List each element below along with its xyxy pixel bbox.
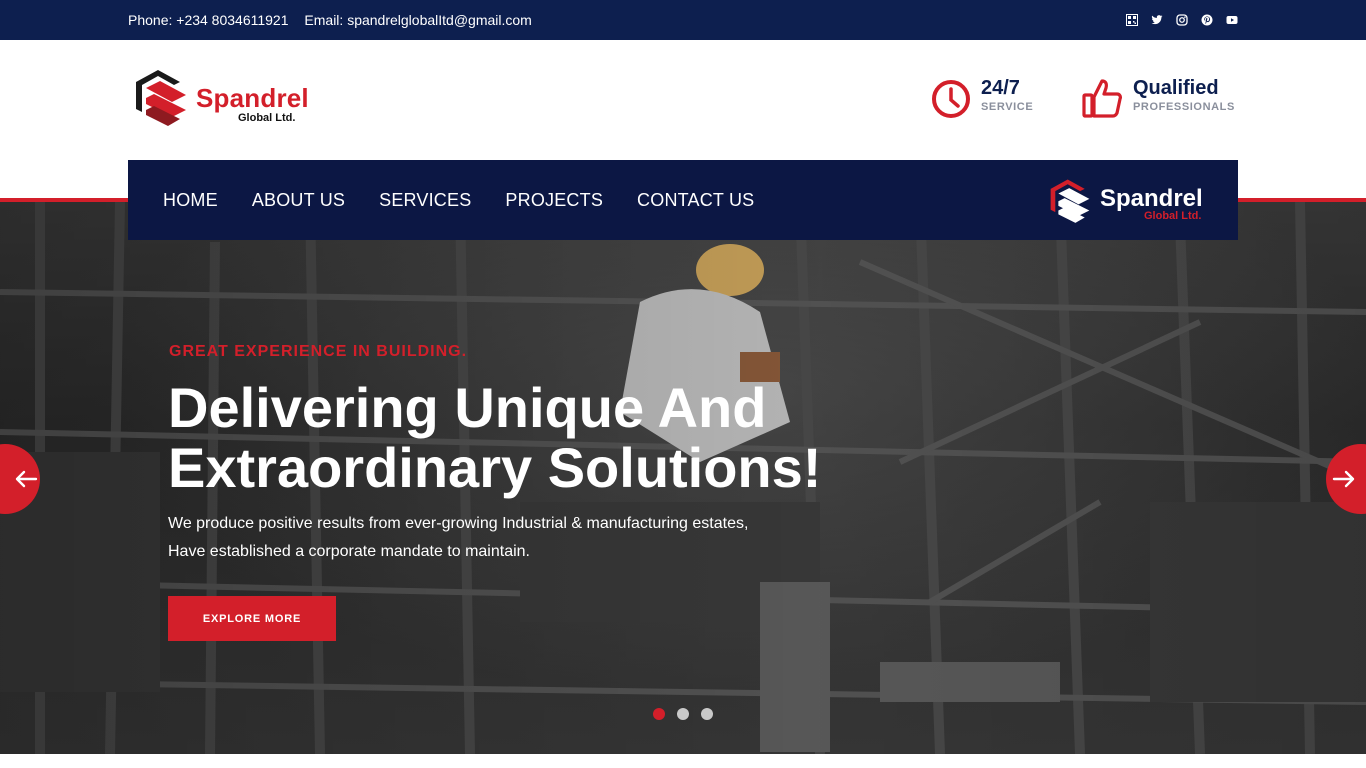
- brand-logo[interactable]: Spandrel Global Ltd.: [130, 68, 320, 130]
- nav-item-services[interactable]: SERVICES: [379, 190, 471, 211]
- hero-description-line: We produce positive results from ever-gr…: [168, 515, 749, 532]
- top-bar: Phone: +234 8034611921 Email: spandrelgl…: [0, 0, 1366, 40]
- brand-name: Spandrel: [1100, 185, 1203, 212]
- feature-title: Qualified: [1133, 77, 1219, 99]
- instagram-icon[interactable]: [1176, 11, 1188, 29]
- brand-name: Spandrel: [196, 83, 309, 113]
- main-navbar: HOME ABOUT US SERVICES PROJECTS CONTACT …: [128, 160, 1238, 240]
- nav-item-home[interactable]: HOME: [163, 190, 218, 211]
- main-nav: HOME ABOUT US SERVICES PROJECTS CONTACT …: [163, 190, 754, 211]
- arrow-left-icon: [15, 470, 38, 488]
- slider-pagination: [653, 708, 713, 720]
- hero-eyebrow: GREAT EXPERIENCE IN BUILDING.: [169, 343, 468, 360]
- nav-item-contact[interactable]: CONTACT US: [637, 190, 754, 211]
- feature-title: 24/7: [981, 77, 1020, 99]
- phone-text[interactable]: Phone: +234 8034611921: [128, 12, 289, 28]
- arrow-right-icon: [1332, 470, 1355, 488]
- logo-mark-icon: [1050, 179, 1090, 223]
- nav-item-projects[interactable]: PROJECTS: [505, 190, 603, 211]
- navbar-logo[interactable]: Spandrel Global Ltd.: [1046, 178, 1218, 226]
- feature-subtitle: PROFESSIONALS: [1133, 101, 1235, 113]
- qr-icon[interactable]: [1126, 11, 1138, 29]
- pinterest-icon[interactable]: [1201, 11, 1213, 29]
- hero-headline-line: Extraordinary Solutions!: [168, 436, 822, 499]
- hero-headline: Delivering Unique And Extraordinary Solu…: [168, 378, 821, 498]
- nav-item-about[interactable]: ABOUT US: [252, 190, 345, 211]
- twitter-icon[interactable]: [1151, 11, 1163, 29]
- slide-dot[interactable]: [653, 708, 665, 720]
- hero-description-line: Have established a corporate mandate to …: [168, 543, 530, 560]
- social-links: [1126, 11, 1238, 29]
- contact-info: Phone: +234 8034611921 Email: spandrelgl…: [128, 12, 544, 28]
- slide-dot[interactable]: [701, 708, 713, 720]
- clock-icon: [932, 80, 970, 118]
- feature-subtitle: SERVICE: [981, 101, 1034, 113]
- thumbs-up-icon: [1082, 79, 1122, 118]
- hero-headline-line: Delivering Unique And: [168, 376, 767, 439]
- hero-description: We produce positive results from ever-gr…: [168, 510, 748, 566]
- slide-dot[interactable]: [677, 708, 689, 720]
- youtube-icon[interactable]: [1226, 11, 1238, 29]
- email-text[interactable]: Email: spandrelglobalItd@gmail.com: [304, 12, 531, 28]
- logo-mark-icon: [136, 70, 186, 126]
- brand-subtitle: Global Ltd.: [238, 112, 296, 124]
- explore-more-button[interactable]: EXPLORE MORE: [168, 596, 336, 641]
- brand-subtitle: Global Ltd.: [1144, 210, 1202, 222]
